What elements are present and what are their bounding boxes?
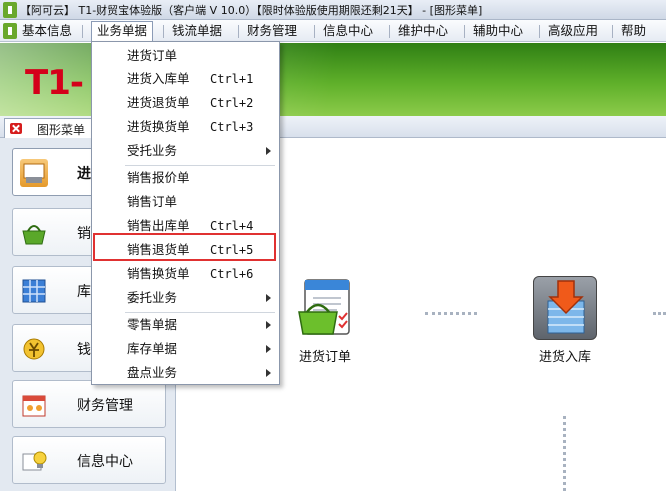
info-bulb-icon [20, 447, 48, 475]
menu-info-center[interactable]: 信息中心 [323, 22, 373, 40]
menu-assist[interactable]: 辅助中心 [473, 22, 523, 40]
purchase-icon [20, 159, 48, 187]
logo-main-text: T1 [25, 63, 71, 103]
menu-item-label: 销售订单 [127, 194, 178, 209]
sidebar-item-label: 钱 [77, 342, 91, 358]
sidebar-item-finance[interactable]: 财务管理 [12, 380, 166, 428]
menu-item-shortcut: Ctrl+3 [210, 120, 254, 134]
flow-connector [653, 312, 666, 315]
sidebar-item-label: 财务管理 [77, 398, 133, 414]
menu-advanced[interactable]: 高级应用 [548, 22, 598, 40]
title-bar: 【阿可云】 T1-财贸宝体验版（客户端 V 10.0）【限时体验版使用期限还剩2… [0, 0, 666, 20]
menu-bar: 基本信息 业务单据 钱流单据 财务管理 信息中心 维护中心 辅助中心 高级应用 … [0, 20, 666, 42]
feature-warehouse-in[interactable]: 进货入库 [525, 276, 605, 365]
menu-item-stocktake[interactable]: 盘点业务 [93, 361, 278, 385]
inventory-grid-icon [20, 277, 48, 305]
sidebar-item-label: 库 [77, 284, 91, 300]
menu-item-purchase-order[interactable]: 进货订单 [93, 44, 278, 68]
flow-connector [425, 312, 477, 315]
menu-separator [612, 25, 613, 38]
menu-separator [82, 25, 83, 38]
menu-item-purchase-return[interactable]: 进货退货单 Ctrl+2 [93, 91, 278, 115]
sidebar-item-label: 信息中心 [77, 454, 133, 470]
menu-item-shortcut: Ctrl+2 [210, 96, 254, 110]
submenu-arrow-icon [266, 321, 271, 329]
menu-item-shortcut: Ctrl+6 [210, 267, 254, 281]
warehouse-in-icon [533, 276, 597, 340]
menu-separator [464, 25, 465, 38]
highlight-box [93, 233, 276, 261]
menu-cashflow-docs[interactable]: 钱流单据 [172, 22, 222, 40]
menu-item-label: 进货入库单 [127, 71, 190, 86]
menu-item-retail-docs[interactable]: 零售单据 [93, 313, 278, 337]
window-title: 【阿可云】 T1-财贸宝体验版（客户端 V 10.0）【限时体验版使用期限还剩2… [20, 4, 483, 17]
sales-basket-icon [20, 219, 48, 247]
submenu-arrow-icon [266, 147, 271, 155]
menu-item-sales-quote[interactable]: 销售报价单 [93, 166, 278, 190]
feature-label: 进货入库 [538, 350, 591, 365]
menu-help[interactable]: 帮助 [621, 22, 646, 40]
menu-item-consignment-out[interactable]: 委托业务 [93, 286, 278, 310]
flow-connector [563, 416, 566, 491]
menu-item-shortcut: Ctrl+1 [210, 72, 254, 86]
menu-item-consignment-in[interactable]: 受托业务 [93, 139, 278, 163]
menu-item-label: 库存单据 [127, 341, 178, 356]
sidebar-item-info-center[interactable]: 信息中心 [12, 436, 166, 484]
menu-item-label: 进货订单 [127, 48, 178, 63]
menu-separator [389, 25, 390, 38]
menu-item-label: 零售单据 [127, 317, 178, 332]
feature-purchase-order[interactable]: 进货订单 [285, 276, 365, 365]
purchase-order-icon [293, 276, 357, 340]
menu-item-purchase-inbound[interactable]: 进货入库单 Ctrl+1 [93, 67, 278, 91]
menu-separator [314, 25, 315, 38]
menu-item-label: 进货换货单 [127, 119, 190, 134]
menu-item-label: 销售报价单 [127, 170, 190, 185]
finance-calendar-icon [20, 391, 48, 419]
menu-item-label: 进货退货单 [127, 95, 190, 110]
tab-label: 图形菜单 [37, 123, 86, 137]
logo-tail-text: - [69, 63, 84, 103]
menu-basic-info[interactable]: 基本信息 [22, 22, 72, 40]
menu-separator [163, 25, 164, 38]
menu-item-purchase-exchange[interactable]: 进货换货单 Ctrl+3 [93, 115, 278, 139]
business-docs-dropdown: 进货订单 进货入库单 Ctrl+1 进货退货单 Ctrl+2 进货换货单 Ctr… [91, 41, 280, 385]
menu-business-docs[interactable]: 业务单据 [91, 21, 154, 42]
menu-item-sales-order[interactable]: 销售订单 [93, 190, 278, 214]
menu-item-label: 盘点业务 [127, 365, 178, 380]
app-menu-icon[interactable] [3, 23, 17, 39]
submenu-arrow-icon [266, 345, 271, 353]
feature-label: 进货订单 [298, 350, 351, 365]
menu-item-inventory-docs[interactable]: 库存单据 [93, 337, 278, 361]
menu-item-label: 委托业务 [127, 290, 178, 305]
sidebar-item-label: 销 [77, 226, 91, 242]
tab-graphic-menu[interactable]: 图形菜单 [4, 118, 94, 138]
sidebar-item-label: 进 [77, 166, 91, 182]
menu-separator [539, 25, 540, 38]
menu-item-label: 受托业务 [127, 143, 178, 158]
money-icon [20, 335, 48, 363]
submenu-arrow-icon [266, 294, 271, 302]
close-icon[interactable] [10, 123, 22, 134]
menu-finance[interactable]: 财务管理 [247, 22, 297, 40]
menu-separator [238, 25, 239, 38]
app-icon [3, 2, 17, 18]
submenu-arrow-icon [266, 369, 271, 377]
menu-maintenance[interactable]: 维护中心 [398, 22, 448, 40]
menu-item-label: 销售换货单 [127, 266, 190, 281]
logo: T1- [25, 63, 84, 103]
menu-item-sales-exchange[interactable]: 销售换货单 Ctrl+6 [93, 262, 278, 286]
